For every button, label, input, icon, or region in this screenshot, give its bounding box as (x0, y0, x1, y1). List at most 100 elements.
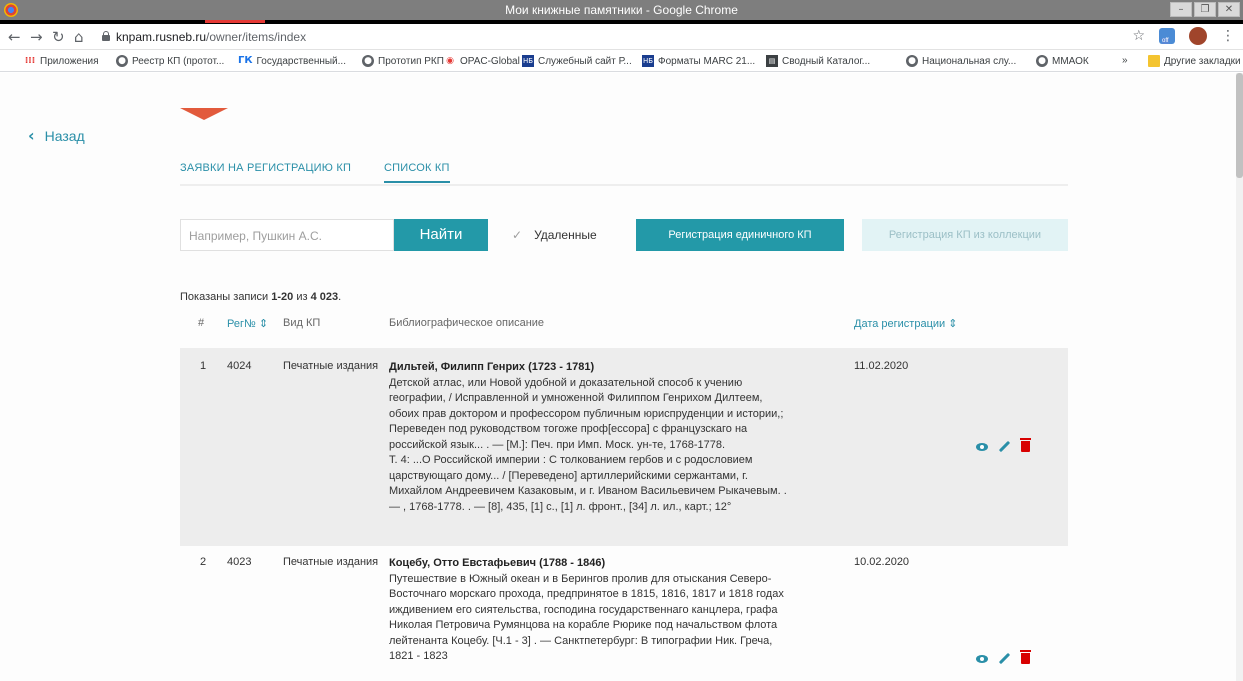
row-author: Дильтей, Филипп Генрих (1723 - 1781) (389, 361, 595, 373)
url-host: knpam.rusneb.ru (116, 30, 207, 44)
opac-icon: ◉ (446, 56, 454, 66)
desc-line: Детской атлас, или Новой удобной и доказ… (389, 376, 743, 389)
tab-indicator[interactable] (205, 20, 265, 23)
bookmark-item[interactable]: ◉ OPAC-Global (444, 55, 520, 67)
logo-triangle (180, 108, 228, 120)
edit-pencil-icon[interactable] (998, 652, 1011, 665)
back-link[interactable]: ‹ Назад (28, 126, 85, 145)
table-row: 1 4024 Печатные издания Дильтей, Филипп … (180, 348, 1068, 546)
menu-kebab-icon[interactable]: ⋮ (1221, 28, 1235, 44)
deleted-filter[interactable]: ✓ Удаленные (512, 228, 597, 242)
bookmarks-overflow[interactable]: » (1122, 55, 1128, 66)
home-icon[interactable]: ⌂ (74, 28, 84, 46)
header-reg-sort[interactable]: Рег№ ⇕ (227, 317, 268, 330)
bookmark-label: Национальная слу... (922, 55, 1017, 67)
bookmark-label: Прототип РКП (378, 55, 444, 67)
url-path: /owner/items/index (206, 30, 307, 44)
desc-line: Михайлом Андреевичем Казаковым, и г. Ива… (389, 485, 787, 497)
folder-icon (1148, 55, 1160, 67)
header-description: Библиографическое описание (389, 317, 545, 329)
window-controls: – ❐ ✕ (1170, 2, 1240, 17)
summary-range: 1-20 (271, 291, 294, 303)
desc-line: царствующаго дому... / [Переведено] арти… (389, 469, 748, 482)
desc-line: Т. 4: ...О Российской империи : С толков… (389, 454, 753, 466)
url-text[interactable]: knpam.rusneb.ru/owner/items/index (116, 30, 306, 44)
page-scrollbar[interactable] (1236, 73, 1243, 681)
bookmark-item[interactable]: ● Реестр КП (протот... (116, 55, 224, 67)
records-summary: Показаны записи 1-20 из 4 023. (180, 291, 341, 303)
globe-icon: ● (906, 55, 918, 67)
bookmark-item[interactable]: ⁞⁞⁞ Приложения (24, 55, 99, 67)
desc-line: 1821 - 1823 (389, 650, 448, 662)
back-arrow-icon[interactable]: ← (8, 28, 21, 46)
globe-icon: ● (116, 55, 128, 67)
forward-arrow-icon[interactable]: → (30, 28, 43, 46)
register-single-button[interactable]: Регистрация единичного КП (636, 219, 844, 251)
gk-icon: ГК (238, 55, 253, 66)
bookmark-item[interactable]: ГК Государственный... (238, 55, 346, 67)
nb-icon: НБ (522, 55, 534, 67)
bookmark-label: ММАОК (1052, 55, 1089, 67)
row-actions (976, 438, 1031, 453)
desc-line: Переведен под руководством тогоже проф[е… (389, 423, 748, 435)
view-eye-icon[interactable] (976, 654, 988, 663)
row-date: 11.02.2020 (854, 360, 909, 372)
bookmark-star-icon[interactable]: ☆ (1132, 28, 1145, 44)
tab-list[interactable]: СПИСОК КП (384, 162, 450, 183)
desc-line: Николая Петровича Румянцова на корабле Р… (389, 619, 778, 631)
summary-total: 4 023 (310, 291, 339, 303)
minimize-button[interactable]: – (1170, 2, 1192, 17)
chevron-left-icon: ‹ (28, 126, 35, 145)
bookmarks-bar: ⁞⁞⁞ Приложения ● Реестр КП (протот... ГК Го… (0, 50, 1243, 72)
row-reg: 4023 (227, 556, 252, 568)
desc-line: Восточнаго морскаго прохода, предпринято… (389, 588, 784, 600)
extension-off-icon[interactable]: off (1159, 28, 1175, 44)
close-button[interactable]: ✕ (1218, 2, 1240, 17)
profile-avatar[interactable] (1189, 27, 1207, 45)
lock-icon[interactable] (102, 31, 110, 41)
window-titlebar: Мои книжные памятники - Google Chrome – … (0, 0, 1243, 20)
bookmark-item[interactable]: ● Прототип РКП (362, 55, 444, 67)
desc-line: обоих прав доктором и профессором публич… (389, 407, 784, 420)
scroll-thumb[interactable] (1236, 73, 1243, 178)
register-collection-button[interactable]: Регистрация КП из коллекции (862, 219, 1068, 251)
window-title: Мои книжные памятники - Google Chrome (505, 3, 738, 17)
bookmark-item[interactable]: НБ Форматы MARC 21... (642, 55, 755, 67)
edit-pencil-icon[interactable] (998, 440, 1011, 453)
bookmark-item[interactable]: ▤ Сводный Каталог... (766, 55, 870, 67)
reload-icon[interactable]: ↻ (52, 28, 65, 46)
search-input[interactable]: Например, Пушкин А.С. (180, 219, 394, 251)
view-eye-icon[interactable] (976, 442, 988, 451)
tabs-bar: ЗАЯВКИ НА РЕГИСТРАЦИЮ КП СПИСОК КП (180, 158, 1068, 186)
table-header: # Рег№ ⇕ Вид КП Библиографическое описан… (180, 317, 1068, 335)
delete-trash-icon[interactable] (1020, 650, 1031, 664)
deleted-label: Удаленные (534, 228, 597, 242)
bookmark-item[interactable]: ● ММАОК (1036, 55, 1089, 67)
check-icon[interactable]: ✓ (512, 228, 522, 242)
bookmark-item[interactable]: ● Национальная слу... (906, 55, 1016, 67)
desc-line: лейтенанта Коцебу. [Ч.1 - 3] . — Санктпе… (389, 634, 773, 647)
bookmark-item[interactable]: Другие закладки (1148, 55, 1241, 67)
bookmark-label: Форматы MARC 21... (658, 55, 756, 67)
bookmark-label: Сводный Каталог... (782, 55, 871, 67)
restore-button[interactable]: ❐ (1194, 2, 1216, 17)
toolbar-right: ☆ off ⋮ (1132, 27, 1235, 45)
desc-line: иждивением его сиятельства, господина го… (389, 603, 778, 616)
globe-icon: ● (1036, 55, 1048, 67)
summary-middle: из (293, 291, 311, 303)
bookmark-label: Реестр КП (протот... (132, 55, 225, 67)
nb-icon: НБ (642, 55, 654, 67)
tab-registration-requests[interactable]: ЗАЯВКИ НА РЕГИСТРАЦИЮ КП (180, 162, 351, 181)
bookmark-item[interactable]: НБ Служебный сайт Р... (522, 55, 632, 67)
row-kind: Печатные издания (283, 360, 379, 372)
delete-trash-icon[interactable] (1020, 438, 1031, 452)
header-date-sort[interactable]: Дата регистрации ⇕ (854, 317, 957, 330)
globe-icon: ● (362, 55, 374, 67)
find-button[interactable]: Найти (394, 219, 488, 251)
row-num: 2 (200, 556, 207, 568)
address-bar[interactable]: knpam.rusneb.ru/owner/items/index (100, 27, 1110, 47)
row-reg: 4024 (227, 360, 252, 372)
table-row: 2 4023 Печатные издания Коцебу, Отто Евс… (180, 546, 1068, 681)
summary-prefix: Показаны записи (180, 291, 272, 303)
row-description: Дильтей, Филипп Генрих (1723 - 1781) Дет… (389, 360, 837, 515)
